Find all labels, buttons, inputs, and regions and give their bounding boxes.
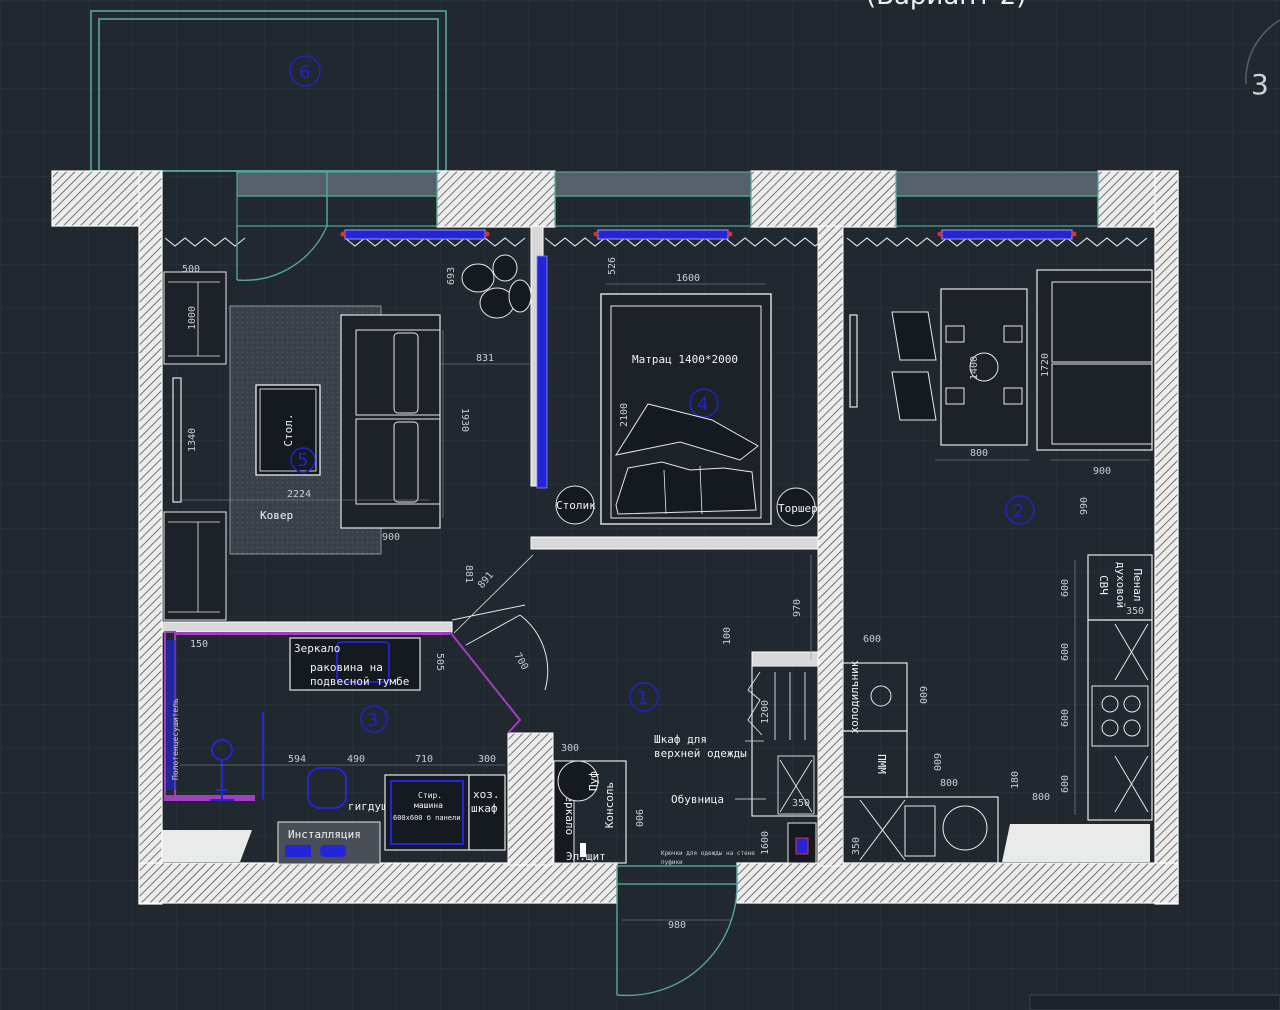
dim-350-cabinet: 350 (1126, 606, 1144, 617)
dim-1600: 1600 (676, 273, 700, 284)
dim-600-fridge-top: 600 (863, 634, 881, 645)
dim-900-kitchen-sofa: 900 (1093, 466, 1111, 477)
dim-350-b: 350 (851, 837, 862, 855)
dim-594: 594 (288, 754, 306, 765)
washer-label-2: машина (414, 801, 443, 810)
dim-831: 831 (476, 353, 494, 364)
floor-lamp-label: Торшер (778, 502, 818, 515)
dim-350-c: 350 (792, 798, 810, 809)
cabinet-label: Пенал (1131, 568, 1144, 601)
pouf-label: Пуф (587, 771, 600, 791)
hall-note-2: пуфики (661, 859, 683, 866)
radiators (340, 229, 1077, 240)
dim-600-dishwasher: 600 (931, 753, 942, 771)
dim-900-sofa: 900 (382, 532, 400, 543)
dim-150: 150 (190, 639, 208, 650)
microwave-label: СВЧ (1097, 575, 1110, 595)
dim-1200: 1200 (760, 700, 771, 724)
dim-800-table: 800 (970, 448, 988, 459)
dining-table (940, 288, 1028, 446)
dishwasher-label: ПММ (875, 754, 888, 774)
dim-1600b: 1600 (760, 831, 771, 855)
room-marker-5: 5 (297, 450, 308, 471)
dim-881: 881 (463, 565, 474, 583)
dim-1340: 1340 (187, 428, 198, 452)
dim-900-console: 900 (633, 809, 644, 827)
shoe-rack-label: Обувница (671, 793, 724, 806)
mirror-label: Зеркало (294, 642, 340, 655)
console-label: Консоль (603, 782, 616, 828)
utility-label-1: хоз. (473, 788, 500, 801)
dim-1000: 1000 (187, 306, 198, 330)
dim-180: 180 (1010, 771, 1021, 789)
room-marker-3: 3 (367, 710, 378, 731)
sink-label-2: подвесной тумбе (310, 675, 409, 688)
dim-600-b: 600 (1060, 643, 1071, 661)
sink-label-1: раковина на (310, 661, 383, 674)
hygiene-shower-label: гигдуш (348, 800, 388, 813)
coffee-table-label: Стол. (282, 413, 295, 446)
room-marker-2: 2 (1013, 501, 1024, 522)
dim-500: 500 (182, 264, 200, 275)
washer-label-3: 600х600 б панели (393, 814, 460, 822)
dim-505: 505 (434, 653, 445, 671)
room-marker-6: 6 (299, 62, 310, 83)
panel-label: Эл.щит (566, 850, 606, 863)
kitchen-sofa (1036, 269, 1153, 451)
wardrobe-label-2: верхней одежды (654, 747, 747, 760)
fridge-label: холодильник (848, 660, 861, 733)
dim-526: 526 (607, 257, 618, 275)
floor-plan: (Вариант 2) 3 6 (0, 0, 1280, 1010)
dim-990: 990 (1079, 497, 1090, 515)
dim-600-a: 600 (1060, 579, 1071, 597)
wardrobe-label-1: Шкаф для (654, 733, 707, 746)
dim-1930: 1930 (459, 408, 470, 432)
drawing-title: (Вариант 2) (866, 0, 1026, 11)
dim-1720: 1720 (1040, 353, 1051, 377)
washer-label-1: Стир. (418, 791, 442, 800)
dim-600-fridge-side: 600 (917, 686, 928, 704)
utility-label-2: шкаф (471, 802, 498, 815)
room-marker-1: 1 (637, 688, 648, 709)
page-number: 3 (1251, 68, 1269, 101)
installation-label: Инсталляция (288, 828, 361, 841)
dim-980: 980 (668, 920, 686, 931)
dim-800-b: 800 (940, 778, 958, 789)
dim-300-bath: 300 (478, 754, 496, 765)
dim-100: 100 (722, 627, 733, 645)
dim-800-c: 800 (1032, 792, 1050, 803)
dim-490: 490 (347, 754, 365, 765)
dim-1400: 1400 (969, 356, 980, 380)
dim-600-d: 600 (1060, 775, 1071, 793)
room-marker-4: 4 (697, 394, 708, 415)
hall-note: Крючки для одежды на стене (661, 850, 755, 857)
dim-710: 710 (415, 754, 433, 765)
oven-label: духовой (1114, 562, 1127, 608)
mattress-label: Матрац 1400*2000 (632, 353, 738, 366)
dim-970: 970 (792, 599, 803, 617)
dim-693: 693 (446, 267, 457, 285)
nightstand-label: Столик (556, 499, 596, 512)
dim-300-console: 300 (561, 743, 579, 754)
dim-2100: 2100 (619, 403, 630, 427)
dim-2224: 2224 (287, 489, 311, 500)
rug-label: Ковер (260, 509, 293, 522)
dim-600-c: 600 (1060, 709, 1071, 727)
towel-rail-label: Полотенцесушитель (171, 698, 180, 780)
